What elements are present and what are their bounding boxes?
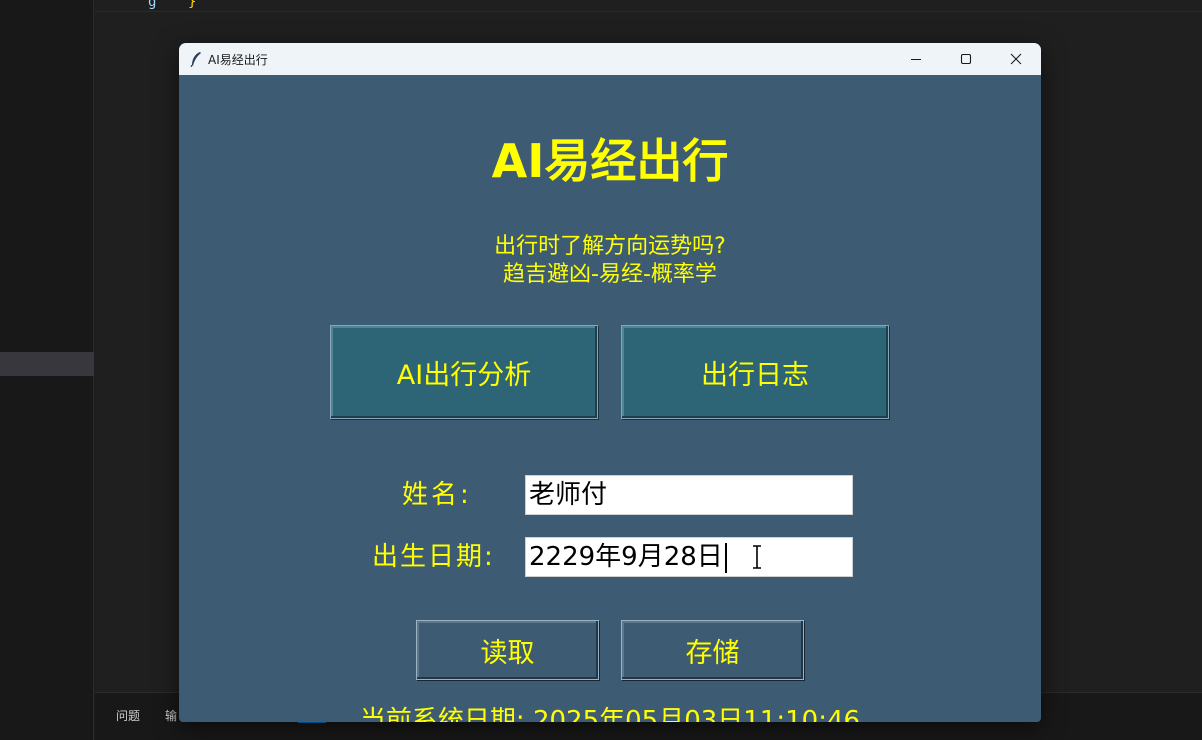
minimize-icon <box>911 59 921 60</box>
window-titlebar[interactable]: AI易经出行 <box>179 43 1041 75</box>
system-date-text: 当前系统日期: 2025年05月03日11:10:46 <box>359 706 861 722</box>
text-caret <box>724 542 727 573</box>
read-button[interactable]: 读取 <box>416 620 599 680</box>
app-window: AI易经出行 AI易经出行 出行时了解方向运势吗? 趋吉避凶-易经-概率学 AI… <box>179 43 1041 722</box>
editor-code-line <box>95 0 1202 12</box>
name-input-value: 老师付 <box>529 480 608 510</box>
subtitle-tagline: 趋吉避凶-易经-概率学 <box>503 262 717 287</box>
code-fragment: g <box>148 0 157 10</box>
close-icon <box>1010 53 1022 65</box>
save-button[interactable]: 存储 <box>621 620 804 680</box>
subtitle-question: 出行时了解方向运势吗? <box>494 234 726 259</box>
ibeam-cursor-icon <box>753 545 761 569</box>
travel-log-button[interactable]: 出行日志 <box>621 325 889 419</box>
birth-date-input-value: 2229年9月28日 <box>529 542 723 572</box>
code-fragment-brace: } <box>188 0 197 10</box>
birth-date-input[interactable]: 2229年9月28日 <box>525 537 853 577</box>
minimize-button[interactable] <box>891 43 941 75</box>
close-button[interactable] <box>991 43 1041 75</box>
birth-date-label: 出生日期: <box>372 542 495 572</box>
app-title: AI易经出行 <box>491 134 729 188</box>
sidebar-selected-row[interactable] <box>0 352 94 376</box>
name-input[interactable]: 老师付 <box>525 475 853 515</box>
panel-tab-problems[interactable]: 问题 <box>116 707 140 724</box>
ai-travel-analysis-button[interactable]: AI出行分析 <box>330 325 598 419</box>
window-title: AI易经出行 <box>208 53 268 67</box>
feather-icon <box>190 52 201 67</box>
maximize-icon <box>960 53 972 65</box>
maximize-button[interactable] <box>941 43 991 75</box>
app-content: AI易经出行 出行时了解方向运势吗? 趋吉避凶-易经-概率学 AI出行分析 出行… <box>179 75 1041 722</box>
panel-tab-output[interactable]: 输 <box>165 707 177 724</box>
name-label: 姓名: <box>402 480 472 510</box>
